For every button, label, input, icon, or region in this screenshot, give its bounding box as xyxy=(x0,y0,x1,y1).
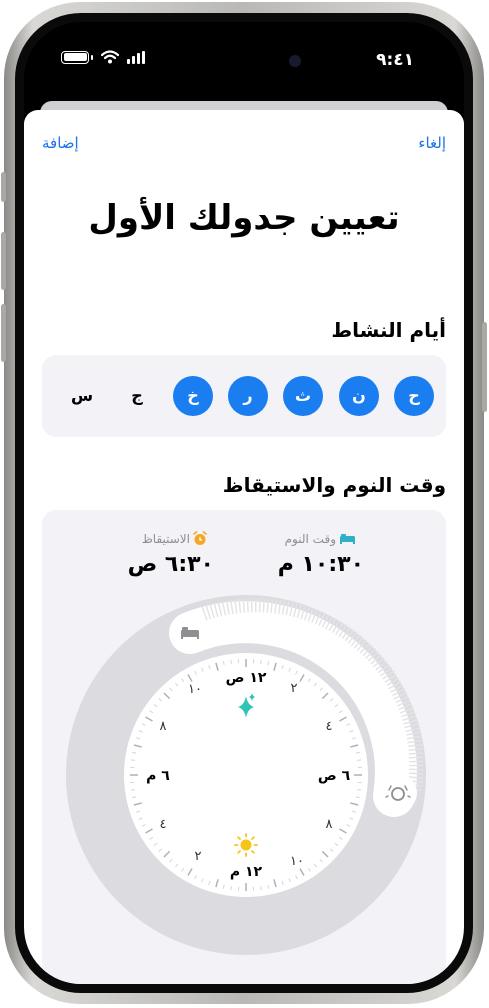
dial-num-r4: ٤ xyxy=(326,719,333,734)
power-button xyxy=(482,322,487,412)
clock-tick xyxy=(356,789,362,791)
clock-tick xyxy=(230,885,232,891)
front-camera xyxy=(289,55,301,67)
clock-tick xyxy=(130,759,136,761)
battery-cap xyxy=(91,54,93,60)
status-time: ٩:٤١ xyxy=(376,50,414,70)
add-button[interactable]: إضافة xyxy=(42,134,79,152)
sun-icon xyxy=(234,833,258,857)
dial-label-top: ١٢ ص xyxy=(226,670,267,686)
day-toggle-mon[interactable]: ن xyxy=(339,376,379,416)
clock-tick xyxy=(230,659,232,665)
bezel: ٩:٤١ إضافة إلغاء تعيين جدولك الأول أيام … xyxy=(15,13,473,993)
wake-handle[interactable] xyxy=(379,774,417,812)
signal-icon xyxy=(127,50,145,64)
action-button xyxy=(1,172,6,202)
dial-num-l10: ١٠ xyxy=(188,682,202,697)
dial-num-r10: ١٠ xyxy=(290,854,304,869)
dial-num-r8: ٨ xyxy=(326,817,333,832)
day-toggle-wed[interactable]: ر xyxy=(228,376,268,416)
volume-up-button xyxy=(1,232,6,290)
sleep-wake-heading: وقت النوم والاستيقاظ xyxy=(222,473,446,497)
bedtime-handle[interactable] xyxy=(171,614,209,652)
dial-num-l4: ٤ xyxy=(160,817,167,832)
active-days-heading: أيام النشاط xyxy=(331,318,446,342)
screen: ٩:٤١ إضافة إلغاء تعيين جدولك الأول أيام … xyxy=(24,22,464,984)
day-toggle-sun[interactable]: ح xyxy=(394,376,434,416)
day-toggle-fri[interactable]: ج xyxy=(117,376,157,416)
clock-tick xyxy=(260,659,262,665)
sleep-schedule-card: وقت النوم ١٠:٣٠ م الاستيقاظ ٦:٣٠ ص ١٢ ص … xyxy=(42,510,446,984)
sleep-dial: ١٢ ص ١٢ م ٦ ص ٦ م ٢ ٤ ٨ ١٠ ١٠ ٨ ٤ ٢ xyxy=(66,595,426,955)
cancel-button[interactable]: إلغاء xyxy=(418,134,446,152)
wifi-icon xyxy=(101,50,119,64)
clock-tick xyxy=(260,885,262,891)
dial-label-bottom: ١٢ م xyxy=(230,864,263,880)
status-icons xyxy=(61,50,145,64)
day-toggle-thu[interactable]: خ xyxy=(173,376,213,416)
battery-icon xyxy=(61,50,89,64)
dial-label-right: ٦ ص xyxy=(318,768,351,784)
dynamic-island xyxy=(186,43,306,79)
clock-tick xyxy=(356,759,362,761)
schedule-sheet: إضافة إلغاء تعيين جدولك الأول أيام النشا… xyxy=(24,110,464,984)
day-toggle-tue[interactable]: ث xyxy=(283,376,323,416)
day-toggle-sat[interactable]: س xyxy=(62,376,102,416)
clock-tick xyxy=(130,789,136,791)
dial-num-r2: ٢ xyxy=(291,681,298,696)
phone-frame: ٩:٤١ إضافة إلغاء تعيين جدولك الأول أيام … xyxy=(1,2,487,1004)
day-selector: ح ن ث ر خ ج س xyxy=(42,355,446,437)
dial-num-l8: ٨ xyxy=(160,719,167,734)
status-bar: ٩:٤١ xyxy=(24,22,464,102)
page-title: تعيين جدولك الأول xyxy=(88,198,400,238)
dial-label-left: ٦ م xyxy=(146,768,170,784)
volume-down-button xyxy=(1,304,6,362)
dial-num-l2: ٢ xyxy=(195,849,202,864)
